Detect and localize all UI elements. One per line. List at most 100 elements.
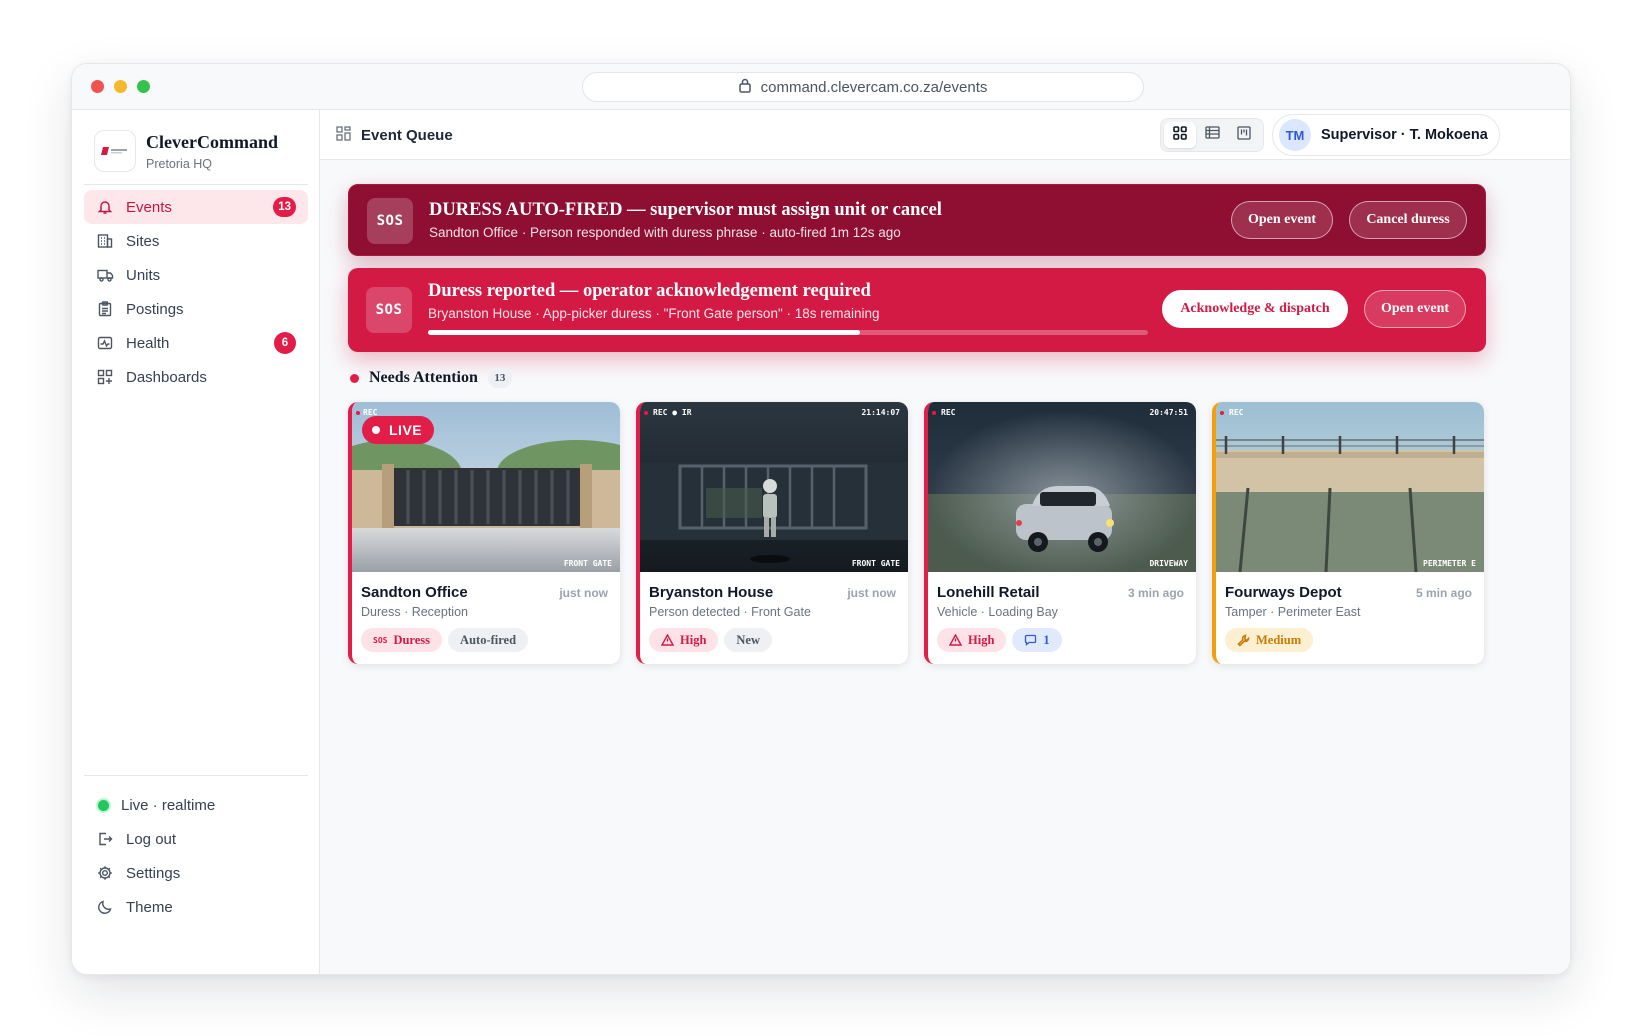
osd-rec: REC ● IR [653,408,692,417]
duress-reported-alert: SOS Duress reported — operator acknowled… [348,268,1486,352]
minimize-window-button[interactable] [114,80,127,93]
tag-label: Auto-fired [460,632,517,647]
sidebar-item-health[interactable]: Health 6 [84,326,308,360]
settings-button[interactable]: Settings [84,856,308,890]
site-name: Fourways Depot [1225,584,1342,601]
osd-rec: REC [1229,408,1244,417]
wrench-icon [1237,634,1250,647]
sidebar-item-label: Health [126,334,170,352]
building-icon [96,232,114,250]
event-card[interactable]: REC FRONT GATE LIVE Sandton Office just … [348,402,620,664]
duress-tag: SOS Duress [361,628,443,652]
sidebar-item-label: Sites [126,232,160,250]
sidebar-item-units[interactable]: Units [84,258,308,292]
pulse-icon [96,334,114,352]
open-event-button[interactable]: Open event [1231,201,1333,239]
logout-button[interactable]: Log out [84,822,308,856]
comment-icon [1024,634,1037,646]
event-description: Duress · Reception [361,605,468,619]
autofired-tag: Auto-fired [448,628,529,652]
camera-thumbnail[interactable]: REC PERIMETER E [1216,402,1484,572]
event-tags: High New [649,628,778,652]
main-content: Event Queue TM Supervisor · T. Mokoena S [320,110,1570,974]
list-view-button[interactable] [1196,122,1228,148]
sidebar-nav: Events 13 Sites Units Postings Health 6 [84,190,308,394]
page-title: Event Queue [336,126,453,145]
brand-name: CleverCommand [146,131,278,152]
avatar: TM [1279,119,1311,151]
camera-thumbnail[interactable]: REC ● IR 21:14:07 FRONT GATE [640,402,908,572]
camera-thumbnail[interactable]: REC 20:47:51 DRIVEWAY [928,402,1196,572]
event-tags: SOS Duress Auto-fired [361,628,534,652]
duress-autofired-alert: SOS DURESS AUTO-FIRED — supervisor must … [348,184,1486,256]
queue-icon [336,126,361,145]
board-view-button[interactable] [1228,122,1260,148]
browser-titlebar: command.clevercam.co.za/events [72,64,1570,110]
site-name: Sandton Office [361,584,468,601]
comment-count-tag[interactable]: 1 [1012,628,1062,652]
live-label: LIVE [389,422,423,438]
cancel-duress-button[interactable]: Cancel duress [1349,201,1467,239]
event-tags: High 1 [937,628,1068,652]
event-time: 5 min ago [1415,586,1472,600]
open-event-button[interactable]: Open event [1364,290,1466,328]
health-count-badge: 6 [274,332,296,354]
sidebar-item-dashboards[interactable]: Dashboards [84,360,308,394]
list-icon [1204,126,1220,144]
sidebar-item-label: Dashboards [126,368,207,386]
clipboard-icon [96,300,114,318]
attention-dot-icon [350,373,359,383]
lock-icon [738,78,761,97]
grid-view-button[interactable] [1164,122,1196,148]
sidebar-item-label: Units [126,266,161,284]
event-time: just now [559,586,608,600]
truck-icon [96,266,114,284]
view-toggle [1160,118,1264,152]
acknowledge-dispatch-button[interactable]: Acknowledge & dispatch [1162,290,1348,328]
ack-countdown-progress [428,330,1148,335]
osd-camera-name: DRIVEWAY [1149,559,1188,568]
event-description: Person detected · Front Gate [649,605,811,619]
alert-title: Duress reported — operator acknowledgeme… [428,281,871,301]
sidebar-footer: Live · realtime Log out Settings Theme [84,788,308,924]
event-card[interactable]: REC 20:47:51 DRIVEWAY Lonehill Retail 3 … [924,402,1196,664]
sidebar-item-label: Postings [126,300,184,318]
camera-thumbnail[interactable]: REC FRONT GATE LIVE [352,402,620,572]
address-bar[interactable]: command.clevercam.co.za/events [582,72,1144,102]
sidebar-divider [84,775,308,776]
event-tags: Medium [1225,628,1319,652]
sidebar-item-postings[interactable]: Postings [84,292,308,326]
tag-label: Duress [393,632,431,647]
event-description: Vehicle · Loading Bay [937,605,1058,619]
event-card[interactable]: REC ● IR 21:14:07 FRONT GATE Bryanston H… [636,402,908,664]
realtime-status-label: Live · realtime [121,796,216,814]
sos-icon: SOS [366,287,412,333]
new-tag: New [724,628,773,652]
event-card[interactable]: REC PERIMETER E Fourways Depot 5 min ago… [1212,402,1484,664]
logout-label: Log out [126,830,177,848]
user-menu[interactable]: TM Supervisor · T. Mokoena [1272,114,1500,156]
url-text: command.clevercam.co.za/events [760,78,988,96]
user-name: Supervisor · T. Mokoena [1321,127,1488,143]
high-severity-tag: High [649,628,719,652]
close-window-button[interactable] [91,80,104,93]
osd-camera-name: PERIMETER E [1423,559,1476,568]
sidebar-item-events[interactable]: Events 13 [84,190,308,224]
board-icon [1237,125,1251,145]
site-name: Lonehill Retail [937,584,1040,601]
brand[interactable]: CleverCommand Pretoria HQ [94,130,278,172]
maximize-window-button[interactable] [137,80,150,93]
topbar: Event Queue TM Supervisor · T. Mokoena [320,110,1570,160]
needs-attention-header: Needs Attention 13 [350,368,512,388]
site-name: Bryanston House [649,584,774,601]
osd-clock: 20:47:51 [1149,408,1188,417]
osd-camera-name: FRONT GATE [563,559,612,568]
theme-button[interactable]: Theme [84,890,308,924]
brand-logo-icon [94,130,136,172]
settings-label: Settings [126,864,181,882]
events-count-badge: 13 [273,197,296,217]
live-dot-icon [372,426,380,434]
theme-label: Theme [126,898,173,916]
sidebar-item-sites[interactable]: Sites [84,224,308,258]
dashboard-icon [96,368,114,386]
